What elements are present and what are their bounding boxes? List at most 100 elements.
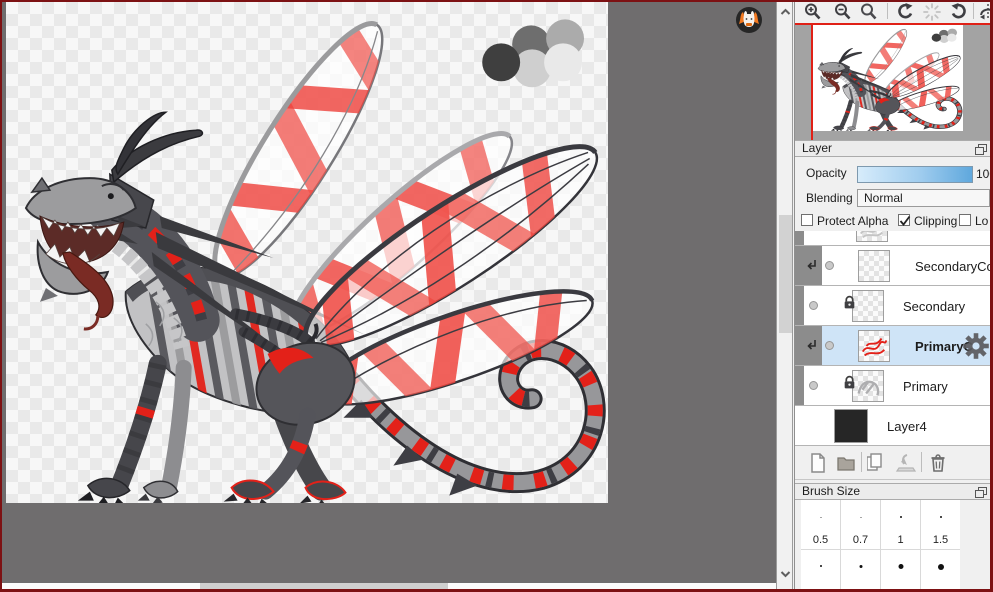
toolbar-separator xyxy=(887,3,888,19)
rotate-ccw-icon[interactable] xyxy=(896,2,916,22)
opacity-row: Opacity 100 xyxy=(795,163,991,185)
layer-indent xyxy=(795,366,804,405)
clipping-checkbox[interactable] xyxy=(898,214,910,226)
brush-dot xyxy=(940,516,942,518)
layer-row-primarycolor-selected[interactable]: PrimaryC xyxy=(795,326,991,366)
brush-size-cell[interactable] xyxy=(881,550,920,589)
opacity-label: Opacity xyxy=(806,166,847,180)
toolbar-separator xyxy=(861,452,862,472)
rotate-cw-icon[interactable] xyxy=(948,2,968,22)
layer-visibility-dot[interactable] xyxy=(825,341,834,350)
brush-panel-title: Brush Size xyxy=(802,484,860,498)
layer-visibility-dot[interactable] xyxy=(809,381,818,390)
firealpaca-logo-icon xyxy=(735,6,763,34)
brush-size-value: 0.7 xyxy=(841,534,880,546)
clipping-label: Clipping xyxy=(914,214,957,228)
layer-thumbnail xyxy=(852,370,884,402)
brush-size-cell[interactable] xyxy=(801,550,840,589)
brush-dot xyxy=(820,565,822,567)
window-border xyxy=(0,0,2,592)
vertical-scrollbar-thumb[interactable] xyxy=(779,215,792,333)
opacity-slider[interactable] xyxy=(857,166,973,183)
layer-row-layer4[interactable]: Layer4 xyxy=(795,406,991,446)
protect-alpha-checkbox[interactable] xyxy=(801,214,813,226)
brush-dot xyxy=(820,517,821,518)
layer-visibility-dot[interactable] xyxy=(809,301,818,310)
brush-size-cell[interactable]: 1 xyxy=(881,500,920,549)
lock-icon xyxy=(843,375,856,390)
scroll-up-icon[interactable] xyxy=(779,6,792,18)
navigator-thumbnail[interactable] xyxy=(813,25,963,131)
lock-icon xyxy=(843,295,856,310)
right-panel: Layer Opacity 100 Blending Normal Protec… xyxy=(794,0,990,589)
dragon-artwork xyxy=(6,2,608,503)
new-layer-icon[interactable] xyxy=(807,452,829,474)
layer-row-secondarycolor[interactable]: SecondaryCo xyxy=(795,246,991,286)
brush-size-cell[interactable]: 1.5 xyxy=(921,500,960,549)
layer-row-secondary[interactable]: Secondary xyxy=(795,286,991,326)
delete-layer-icon[interactable] xyxy=(927,452,949,474)
lock-checkbox[interactable] xyxy=(959,214,971,226)
navigator-panel[interactable] xyxy=(795,23,991,140)
brush-size-value: 1.5 xyxy=(921,534,960,546)
layer-thumbnail xyxy=(858,330,890,362)
brush-size-value: 0.5 xyxy=(801,534,840,546)
navigator-artwork xyxy=(813,25,963,131)
layer-name: Layer4 xyxy=(887,419,927,434)
detach-panel-icon[interactable] xyxy=(975,144,987,155)
layer-indent xyxy=(795,286,804,325)
layer-toolbar xyxy=(795,446,991,480)
brush-size-cell[interactable] xyxy=(841,550,880,589)
blending-row: Blending Normal xyxy=(795,189,991,209)
merge-down-icon[interactable] xyxy=(895,452,917,474)
layer-thumbnail xyxy=(856,231,888,242)
layer-row-primary[interactable]: Primary xyxy=(795,366,991,406)
blending-value: Normal xyxy=(864,191,903,205)
zoom-out-icon[interactable] xyxy=(833,2,853,22)
brush-size-cell[interactable]: 0.7 xyxy=(841,500,880,549)
blending-label: Blending xyxy=(806,191,853,205)
layer-row-partial[interactable] xyxy=(795,231,991,246)
window-border xyxy=(0,0,993,2)
layer-thumbnail xyxy=(834,409,868,443)
layer-panel-header: Layer xyxy=(795,140,991,157)
layer-name: SecondaryCo xyxy=(915,259,991,274)
layer-visibility-dot[interactable] xyxy=(825,261,834,270)
app-window: Layer Opacity 100 Blending Normal Protec… xyxy=(0,0,993,592)
duplicate-layer-icon[interactable] xyxy=(867,452,889,474)
new-folder-icon[interactable] xyxy=(835,452,857,474)
vertical-scrollbar[interactable] xyxy=(776,2,793,589)
brush-panel-header: Brush Size xyxy=(795,483,991,500)
layer-options-row: Protect Alpha Clipping Lo xyxy=(795,212,991,230)
detach-panel-icon[interactable] xyxy=(975,487,987,498)
view-toolbar xyxy=(795,0,991,23)
brush-dot xyxy=(860,517,861,518)
blending-select[interactable]: Normal xyxy=(857,189,990,207)
canvas-area[interactable] xyxy=(2,2,776,583)
layer-name: Secondary xyxy=(903,299,965,314)
lock-label: Lo xyxy=(975,214,988,228)
layer-indent xyxy=(795,231,804,245)
brush-size-cell[interactable]: 0.5 xyxy=(801,500,840,549)
brush-size-cell[interactable] xyxy=(921,550,960,589)
clipping-arrow-icon xyxy=(805,339,818,352)
document-canvas[interactable] xyxy=(6,2,608,503)
rotate-reset-icon[interactable] xyxy=(922,2,942,22)
navigator-viewport-line xyxy=(795,23,991,25)
zoom-reset-icon[interactable] xyxy=(859,2,879,22)
brush-dot xyxy=(898,564,903,569)
layer-panel-title: Layer xyxy=(802,141,832,155)
brush-dot xyxy=(938,564,944,570)
brush-dot xyxy=(859,565,862,568)
zoom-in-icon[interactable] xyxy=(803,2,823,22)
brush-dot xyxy=(900,516,902,518)
layer-list: SecondaryCo Secondary xyxy=(795,231,991,446)
layer-thumbnail xyxy=(852,290,884,322)
toolbar-separator xyxy=(921,452,922,472)
clipping-arrow-icon xyxy=(805,259,818,272)
brush-size-grid: 0.5 0.7 1 1.5 xyxy=(801,500,960,589)
toolbar-separator xyxy=(973,3,974,19)
brush-size-value: 1 xyxy=(881,534,920,546)
scroll-down-icon[interactable] xyxy=(779,568,792,580)
protect-alpha-label: Protect Alpha xyxy=(817,214,888,228)
